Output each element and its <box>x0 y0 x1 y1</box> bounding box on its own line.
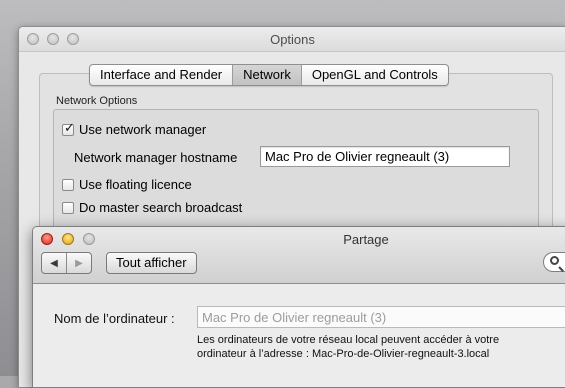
back-forward-control: ◀ ▶ <box>41 252 92 274</box>
options-tab-bar: Interface and Render Network OpenGL and … <box>89 64 449 86</box>
options-titlebar[interactable]: Options <box>19 27 565 52</box>
master-search-broadcast-label: Do master search broadcast <box>79 200 243 215</box>
description-line-2: ordinateur à l’adresse : Mac-Pro-de-Oliv… <box>197 348 490 360</box>
use-floating-licence-row[interactable]: Use floating licence <box>62 177 192 192</box>
use-network-manager-row[interactable]: ✓ Use network manager <box>62 119 207 137</box>
master-search-broadcast-checkbox[interactable] <box>62 201 74 214</box>
network-options-group-title: Network Options <box>56 95 138 107</box>
partage-window-title: Partage <box>343 232 389 247</box>
use-floating-licence-checkbox[interactable] <box>62 178 74 191</box>
tab-interface-and-render[interactable]: Interface and Render <box>90 65 234 85</box>
computer-name-description: Les ordinateurs de votre réseau local pe… <box>197 333 499 361</box>
forward-arrow-icon[interactable]: ▶ <box>66 253 91 273</box>
back-arrow-icon[interactable]: ◀ <box>42 253 66 273</box>
search-icon <box>550 256 559 265</box>
description-line-1: Les ordinateurs de votre réseau local pe… <box>197 334 500 346</box>
master-search-broadcast-row[interactable]: Do master search broadcast <box>62 200 242 215</box>
tab-network[interactable]: Network <box>233 65 302 85</box>
use-network-manager-checkbox[interactable]: ✓ <box>62 119 75 136</box>
checkmark-icon: ✓ <box>64 119 75 135</box>
options-window-title: Options <box>270 32 315 47</box>
use-network-manager-label: Use network manager <box>79 122 207 137</box>
search-field[interactable] <box>543 252 565 272</box>
computer-name-input[interactable]: Mac Pro de Olivier regneault (3) <box>197 306 565 328</box>
computer-name-label: Nom de l’ordinateur : <box>54 311 175 326</box>
show-all-button[interactable]: Tout afficher <box>106 252 197 274</box>
partage-window: Partage ◀ ▶ Tout afficher Nom de l’ordin… <box>32 226 565 388</box>
partage-toolbar[interactable]: Partage ◀ ▶ Tout afficher <box>33 227 565 284</box>
tab-opengl-and-controls[interactable]: OpenGL and Controls <box>302 65 448 85</box>
hostname-input[interactable]: Mac Pro de Olivier regneault (3) <box>260 146 510 167</box>
use-floating-licence-label: Use floating licence <box>79 177 192 192</box>
hostname-label: Network manager hostname <box>74 150 238 165</box>
